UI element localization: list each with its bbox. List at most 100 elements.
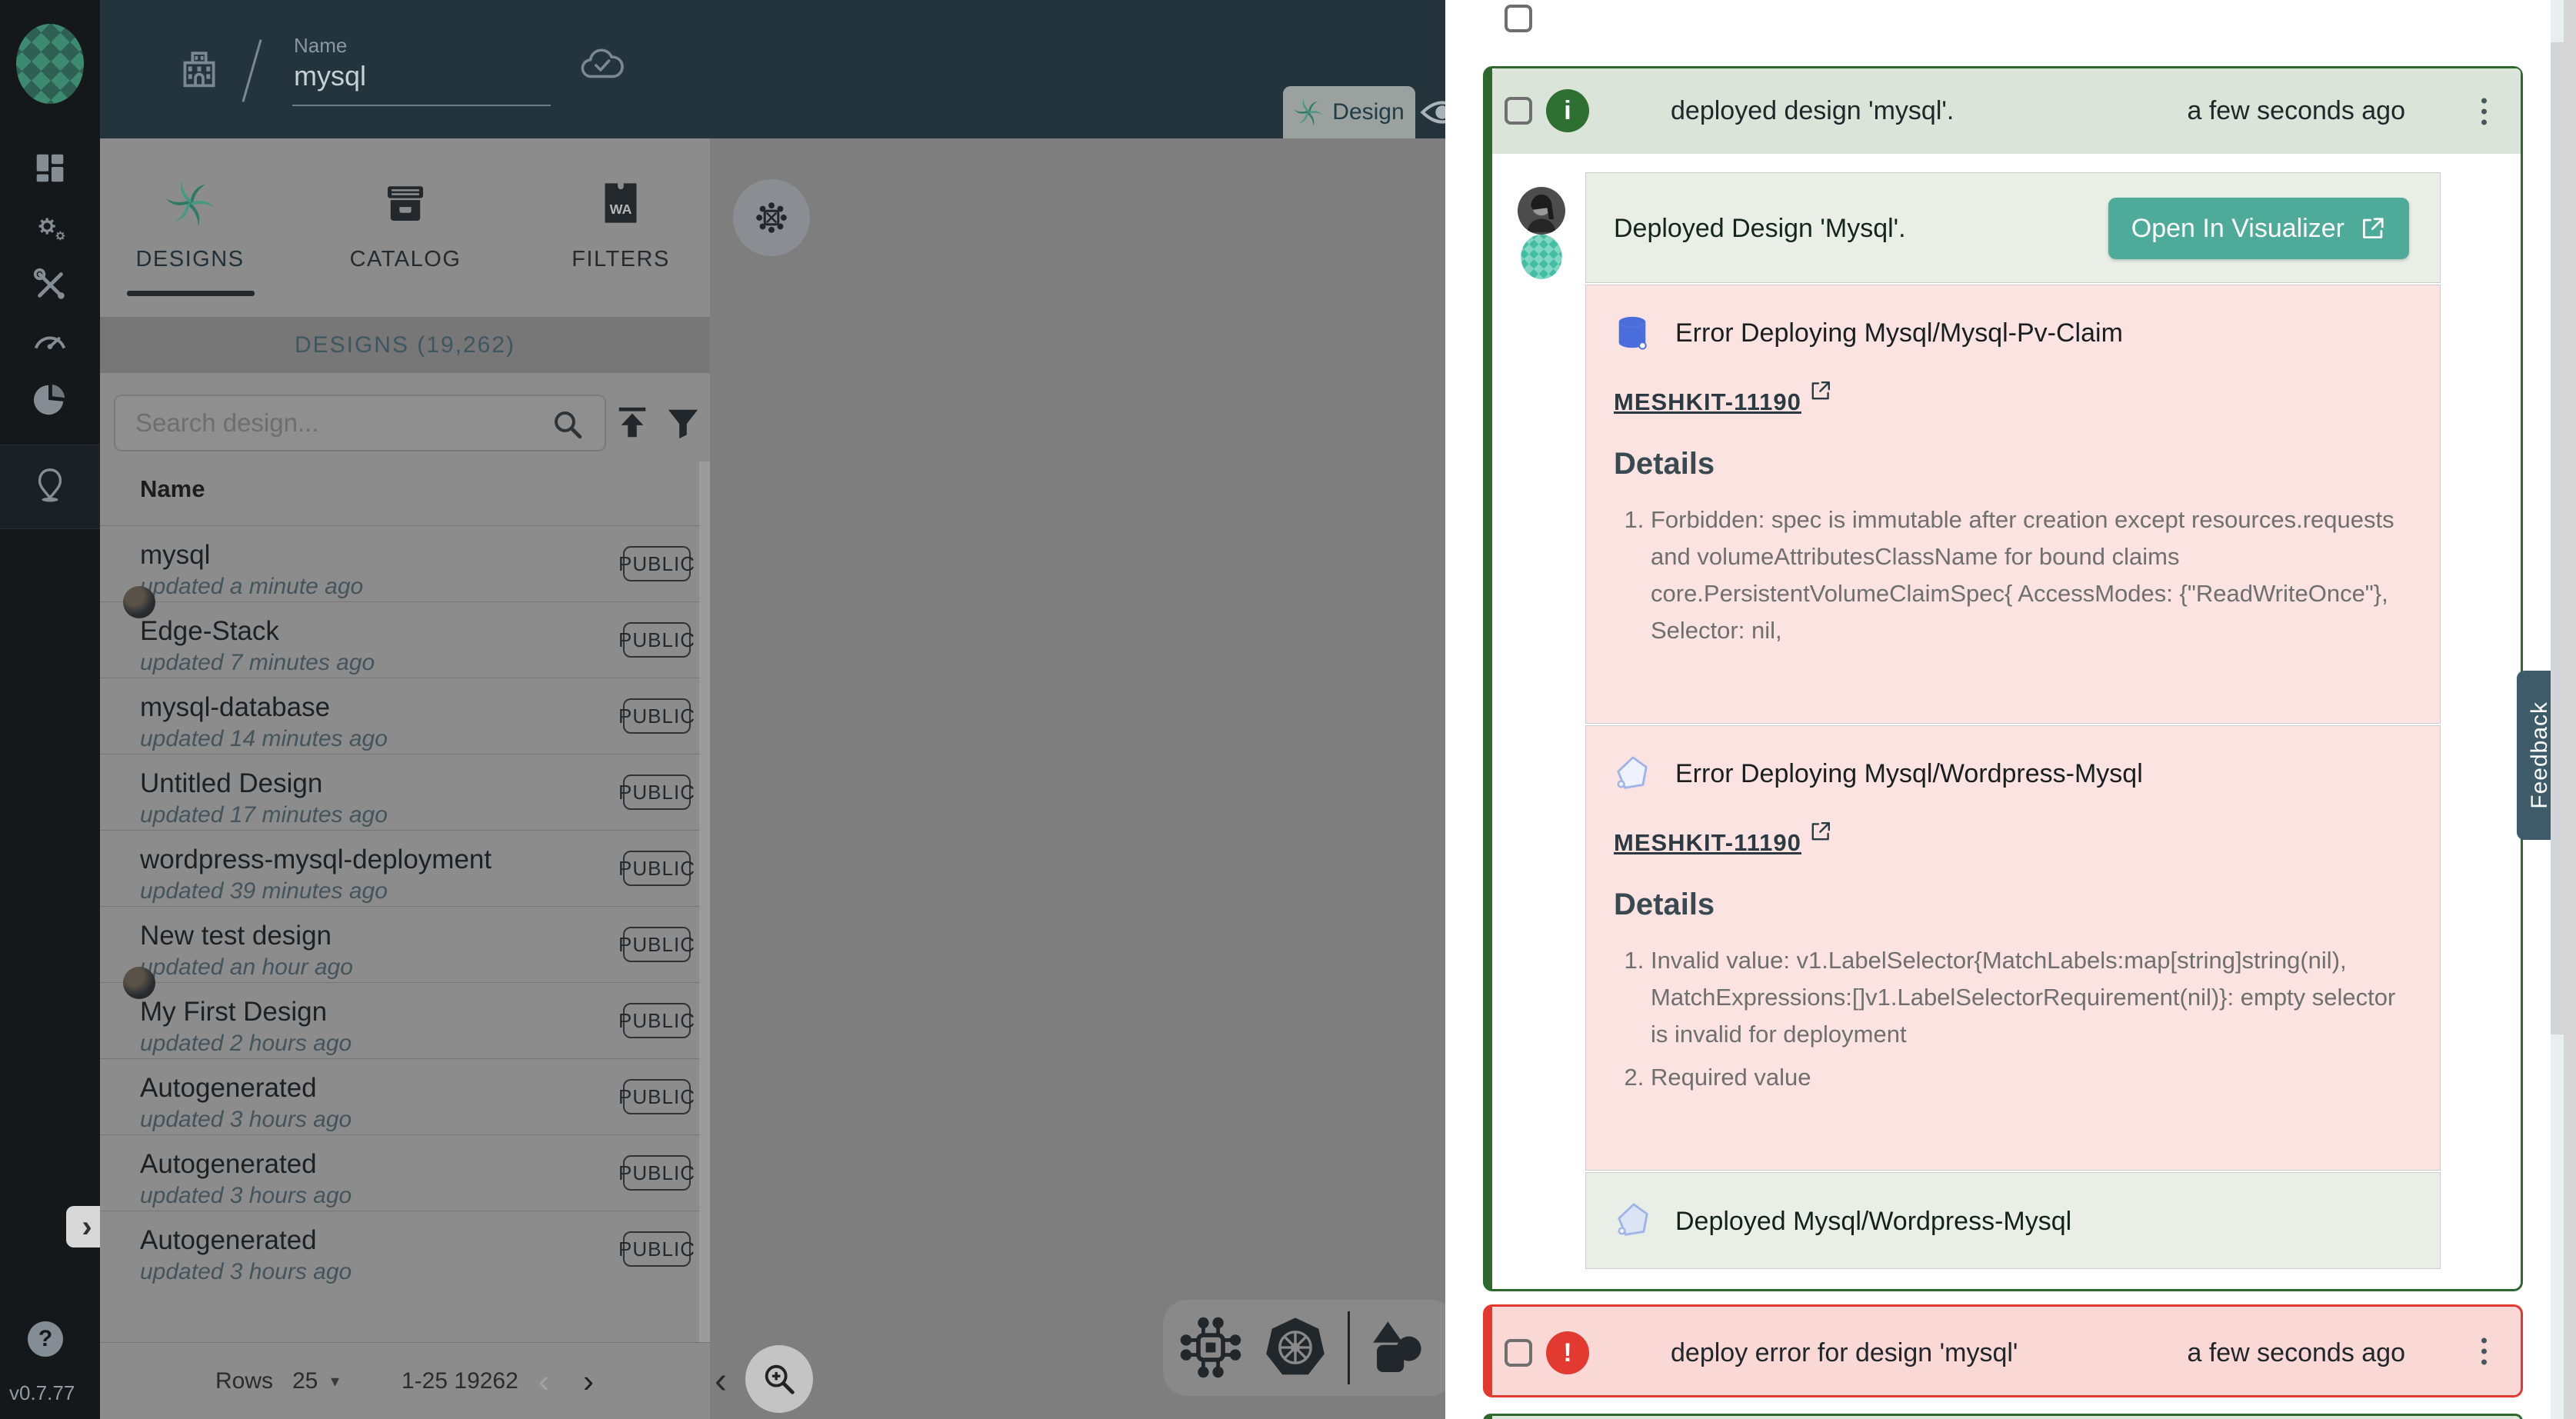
performance-icon[interactable]: [32, 322, 68, 359]
external-link-icon: [2360, 215, 2386, 241]
feedback-label: Feedback: [2527, 701, 2553, 809]
error-section: Error Deploying Mysql/Wordpress-Mysql ME…: [1585, 725, 2441, 1171]
open-in-visualizer-button[interactable]: Open In Visualizer: [2108, 198, 2409, 259]
visibility-badge: PUBLIC: [623, 622, 691, 658]
next-page-button[interactable]: ›: [583, 1343, 594, 1419]
design-updated: updated 3 hours ago: [140, 1107, 352, 1133]
deployment-pentagon-icon: [1614, 755, 1651, 792]
error-detail-item: Forbidden: spec is immutable after creat…: [1651, 501, 2412, 649]
design-row[interactable]: New test design updated an hour ago PUBL…: [100, 906, 699, 982]
pvc-database-icon: [1614, 315, 1651, 351]
design-updated: updated a minute ago: [140, 574, 363, 600]
notification-title: deploy error for design 'mysql': [1671, 1307, 2018, 1400]
collapse-drawer-chevron[interactable]: ‹: [715, 1360, 727, 1402]
notification-checkbox[interactable]: [1505, 97, 1532, 125]
visibility-badge: PUBLIC: [623, 546, 691, 581]
lifecycle-gears-icon[interactable]: [32, 208, 68, 245]
tab-designs-label: DESIGNS: [105, 247, 275, 272]
panel-scrollbar[interactable]: [2551, 0, 2564, 1419]
notification-checkbox[interactable]: [1505, 1339, 1532, 1367]
search-design-input[interactable]: [134, 396, 549, 450]
notification-header: i deployed design 'mysql'. a few seconds…: [1492, 68, 2521, 154]
design-name: My First Design: [140, 997, 327, 1028]
design-row[interactable]: wordpress-mysql-deployment updated 39 mi…: [100, 830, 699, 906]
zoom-in-icon: [761, 1361, 798, 1397]
toolbar-divider: [1348, 1311, 1350, 1384]
canvas-toolbar: [1163, 1300, 1455, 1396]
design-pin-icon: [32, 465, 68, 502]
meshkit-link[interactable]: MESHKIT-11190: [1614, 388, 1801, 416]
design-mode-label: Design: [1332, 99, 1404, 125]
organization-icon[interactable]: [175, 45, 223, 92]
notification-center: i deployed design 'mysql'. a few seconds…: [1445, 0, 2576, 1419]
error-icon: !: [1546, 1331, 1589, 1374]
external-link-icon: [1809, 820, 1832, 843]
tab-filters-label: FILTERS: [536, 247, 705, 272]
import-design-icon[interactable]: [614, 405, 651, 441]
design-row[interactable]: Autogenerated updated 3 hours ago PUBLIC: [100, 1134, 699, 1211]
design-row[interactable]: Autogenerated updated 3 hours ago PUBLIC: [100, 1211, 699, 1287]
tab-catalog[interactable]: CATALOG: [321, 138, 490, 311]
deployment-pentagon-icon: [1615, 1202, 1651, 1239]
design-name-input[interactable]: mysql: [294, 60, 366, 92]
app-version: v0.7.77: [9, 1381, 75, 1405]
design-row[interactable]: My First Design updated 2 hours ago PUBL…: [100, 982, 699, 1058]
design-mode-tab[interactable]: Design: [1283, 86, 1415, 138]
zoom-in-button[interactable]: [745, 1345, 813, 1413]
visibility-badge: PUBLIC: [623, 1155, 691, 1191]
design-row[interactable]: Autogenerated updated 3 hours ago PUBLIC: [100, 1058, 699, 1134]
error-glyph: !: [1563, 1338, 1571, 1368]
design-row[interactable]: mysql updated a minute ago PUBLIC: [100, 525, 699, 601]
prev-page-button[interactable]: ‹: [538, 1343, 549, 1419]
tab-designs[interactable]: DESIGNS: [105, 138, 275, 311]
design-name: Edge-Stack: [140, 616, 279, 647]
tab-catalog-label: CATALOG: [321, 247, 490, 272]
meshkit-link[interactable]: MESHKIT-11190: [1614, 829, 1801, 857]
cloud-saved-icon: [578, 43, 625, 83]
info-glyph: i: [1564, 96, 1571, 126]
user-avatar: [1518, 187, 1565, 235]
design-row[interactable]: Edge-Stack updated 7 minutes ago PUBLIC: [100, 601, 699, 678]
filter-icon[interactable]: [665, 405, 701, 441]
designs-count-header: DESIGNS (19,262): [100, 317, 710, 373]
notification-card-error[interactable]: ! deploy error for design 'mysql' a few …: [1483, 1304, 2523, 1397]
kebab-menu-icon[interactable]: [2481, 98, 2487, 125]
sidebar-item-designs[interactable]: [0, 445, 100, 528]
kubernetes-icon[interactable]: [1263, 1315, 1328, 1380]
list-scrollbar[interactable]: [699, 461, 710, 1342]
help-button[interactable]: ?: [28, 1321, 63, 1357]
design-name: wordpress-mysql-deployment: [140, 844, 492, 875]
design-canvas[interactable]: ‹: [710, 138, 1445, 1419]
error-detail-item: Invalid value: v1.LabelSelector{MatchLab…: [1651, 942, 2412, 1053]
rows-per-page-select[interactable]: 25: [292, 1343, 318, 1419]
summary-text: Deployed Design 'Mysql'.: [1614, 173, 1906, 284]
design-row[interactable]: Untitled Design updated 17 minutes ago P…: [100, 754, 699, 830]
visibility-badge: PUBLIC: [623, 927, 691, 962]
design-name: Untitled Design: [140, 768, 322, 799]
error-detail-list: Forbidden: spec is immutable after creat…: [1614, 501, 2412, 649]
tab-filters[interactable]: WA FILTERS: [536, 138, 705, 311]
component-node[interactable]: [733, 179, 810, 256]
meshery-logo-icon[interactable]: [12, 23, 88, 105]
design-updated: updated 7 minutes ago: [140, 650, 375, 676]
shapes-icon[interactable]: [1365, 1317, 1426, 1378]
notification-title: deployed design 'mysql'.: [1671, 68, 1954, 154]
panel-scrollbar-thumb[interactable]: [2551, 42, 2564, 1034]
extensions-icon[interactable]: [32, 381, 68, 418]
question-icon: ?: [38, 1326, 52, 1352]
select-all-checkbox[interactable]: [1505, 5, 1532, 32]
error-section: Error Deploying Mysql/Mysql-Pv-Claim MES…: [1585, 285, 2441, 724]
visibility-badge: PUBLIC: [623, 774, 691, 810]
search-icon[interactable]: [551, 408, 585, 441]
chip-network-icon[interactable]: [1180, 1317, 1241, 1378]
notification-card-info[interactable]: i deployed design 'mysql'. a few seconds…: [1483, 66, 2523, 1291]
configuration-tools-icon[interactable]: [32, 266, 68, 303]
design-updated: updated 39 minutes ago: [140, 878, 388, 904]
page-scrollbar[interactable]: [2564, 0, 2576, 1419]
expand-chevron-icon: ›: [82, 1210, 92, 1244]
dashboard-icon[interactable]: [32, 149, 68, 186]
kebab-menu-icon[interactable]: [2481, 1337, 2487, 1364]
caret-down-icon[interactable]: ▾: [331, 1343, 339, 1419]
notification-card-partial[interactable]: [1483, 1414, 2523, 1419]
design-row[interactable]: mysql-database updated 14 minutes ago PU…: [100, 678, 699, 754]
